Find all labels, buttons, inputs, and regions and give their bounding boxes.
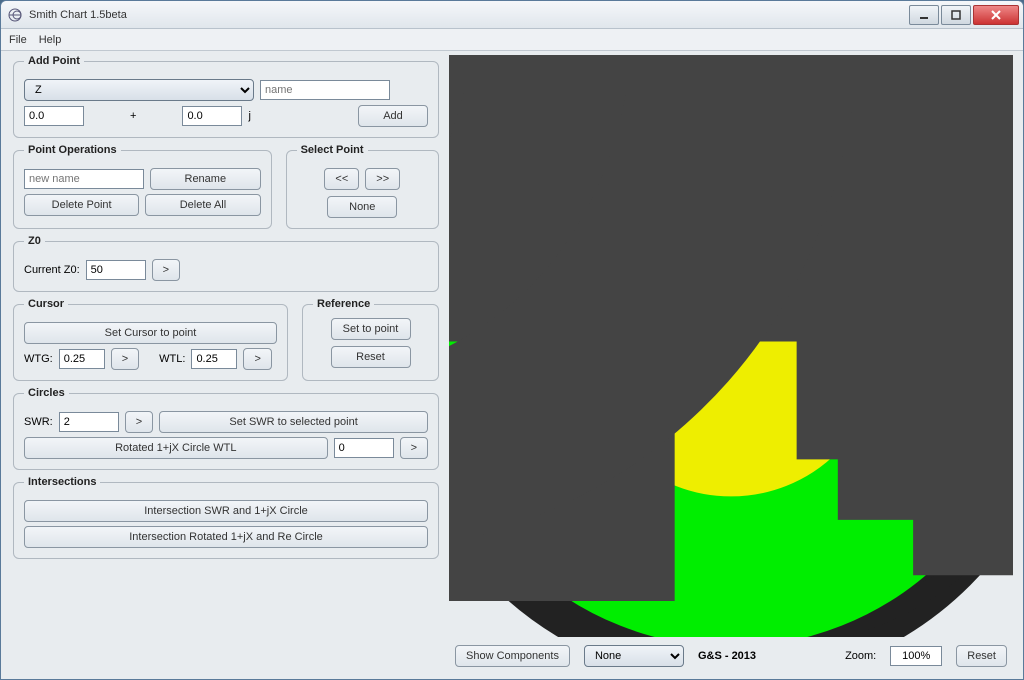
real-part-input[interactable]	[24, 106, 84, 126]
group-circles: Circles SWR: > Set SWR to selected point…	[13, 387, 439, 470]
zoom-reset-button[interactable]: Reset	[956, 645, 1007, 667]
smith-chart-canvas[interactable]: 0.00.20.51.02.05.00.20.51.02.05.0-0.2-0.…	[449, 55, 1013, 637]
group-cursor: Cursor Set Cursor to point WTG: > WTL: >	[13, 298, 288, 381]
none-point-button[interactable]: None	[327, 196, 397, 218]
group-point-operations: Point Operations Rename Delete Point Del…	[13, 144, 272, 229]
delete-all-button[interactable]: Delete All	[145, 194, 260, 216]
group-z0: Z0 Current Z0: >	[13, 235, 439, 292]
delete-point-button[interactable]: Delete Point	[24, 194, 139, 216]
impedance-type-select[interactable]: Z	[24, 79, 254, 101]
show-components-button[interactable]: Show Components	[455, 645, 570, 667]
rotated-circle-button[interactable]: Rotated 1+jX Circle WTL	[24, 437, 328, 459]
menubar: File Help	[1, 29, 1023, 51]
prev-point-button[interactable]: <<	[324, 168, 359, 190]
app-icon	[7, 7, 23, 23]
select-point-legend: Select Point	[297, 144, 368, 156]
reference-legend: Reference	[313, 298, 374, 310]
minimize-button[interactable]	[909, 5, 939, 25]
z0-input[interactable]	[86, 260, 146, 280]
svg-text:-5.0: -5.0	[449, 55, 1013, 637]
circles-legend: Circles	[24, 387, 69, 399]
titlebar: Smith Chart 1.5beta	[1, 1, 1023, 29]
ref-reset-button[interactable]: Reset	[331, 346, 411, 368]
rotated-wtl-input[interactable]	[334, 438, 394, 458]
intersection-rot-button[interactable]: Intersection Rotated 1+jX and Re Circle	[24, 526, 428, 548]
group-intersections: Intersections Intersection SWR and 1+jX …	[13, 476, 439, 559]
wtg-label: WTG:	[24, 353, 53, 365]
ref-set-button[interactable]: Set to point	[331, 318, 411, 340]
z0-legend: Z0	[24, 235, 45, 247]
add-button[interactable]: Add	[358, 105, 428, 127]
new-name-input[interactable]	[24, 169, 144, 189]
maximize-button[interactable]	[941, 5, 971, 25]
group-select-point: Select Point << >> None	[286, 144, 439, 229]
wtg-go-button[interactable]: >	[111, 348, 139, 370]
next-point-button[interactable]: >>	[365, 168, 400, 190]
rotated-go-button[interactable]: >	[400, 437, 428, 459]
menu-help[interactable]: Help	[39, 34, 62, 46]
j-label: j	[248, 110, 250, 122]
add-point-legend: Add Point	[24, 55, 84, 67]
imag-part-input[interactable]	[182, 106, 242, 126]
component-select[interactable]: None	[584, 645, 684, 667]
cursor-legend: Cursor	[24, 298, 68, 310]
window-title: Smith Chart 1.5beta	[29, 9, 907, 21]
plus-label: +	[130, 110, 136, 122]
zoom-input[interactable]	[890, 646, 942, 666]
wtl-go-button[interactable]: >	[243, 348, 271, 370]
swr-input[interactable]	[59, 412, 119, 432]
group-reference: Reference Set to point Reset	[302, 298, 439, 381]
swr-go-button[interactable]: >	[125, 411, 153, 433]
point-name-input[interactable]	[260, 80, 390, 100]
z0-go-button[interactable]: >	[152, 259, 180, 281]
set-swr-button[interactable]: Set SWR to selected point	[159, 411, 428, 433]
credit-label: G&S - 2013	[698, 650, 756, 662]
set-cursor-button[interactable]: Set Cursor to point	[24, 322, 277, 344]
app-window: Smith Chart 1.5beta File Help Add Point …	[0, 0, 1024, 680]
swr-label: SWR:	[24, 416, 53, 428]
wtl-label: WTL:	[159, 353, 185, 365]
close-button[interactable]	[973, 5, 1019, 25]
intersection-swr-button[interactable]: Intersection SWR and 1+jX Circle	[24, 500, 428, 522]
wtl-input[interactable]	[191, 349, 237, 369]
wtg-input[interactable]	[59, 349, 105, 369]
z0-label: Current Z0:	[24, 264, 80, 276]
group-add-point: Add Point Z + j Add	[13, 55, 439, 138]
intersections-legend: Intersections	[24, 476, 100, 488]
zoom-label: Zoom:	[845, 650, 876, 662]
point-ops-legend: Point Operations	[24, 144, 121, 156]
menu-file[interactable]: File	[9, 34, 27, 46]
rename-button[interactable]: Rename	[150, 168, 261, 190]
